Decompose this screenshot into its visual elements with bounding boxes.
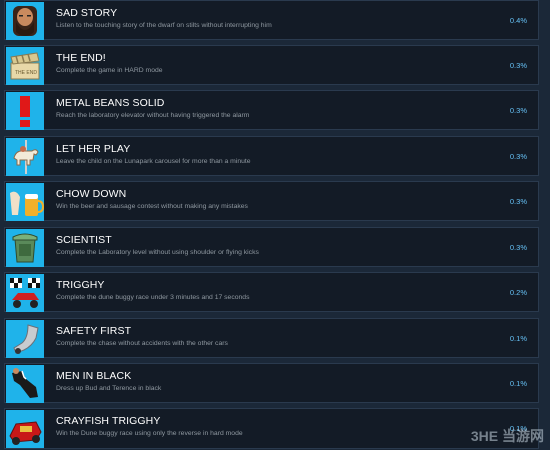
achievement-row[interactable]: SAFETY FIRST Complete the chase without …	[4, 318, 539, 358]
lab-flask-icon	[6, 229, 44, 267]
achievement-description: Complete the chase without accidents wit…	[56, 340, 228, 347]
unlock-percentage: 0.3%	[509, 106, 527, 115]
achievement-description: Listen to the touching story of the dwar…	[56, 22, 272, 29]
achievement-title: SAD STORY	[56, 7, 118, 19]
achievement-row[interactable]: CHOW DOWN Win the beer and sausage conte…	[4, 181, 539, 221]
achievement-row[interactable]: LET HER PLAY Leave the child on the Luna…	[4, 136, 539, 176]
achievement-row[interactable]: METAL BEANS SOLID Reach the laboratory e…	[4, 90, 539, 130]
crashed-car-icon	[6, 320, 44, 358]
achievement-title: CHOW DOWN	[56, 188, 127, 200]
achievement-description: Complete the dune buggy race under 3 min…	[56, 294, 250, 301]
achievement-title: SCIENTIST	[56, 234, 112, 246]
unlock-percentage: 0.3%	[509, 243, 527, 252]
achievement-row[interactable]: MEN IN BLACK Dress up Bud and Terence in…	[4, 363, 539, 403]
achievement-description: Win the beer and sausage contest without…	[56, 203, 248, 210]
red-buggy-icon	[6, 410, 44, 448]
achievement-title: CRAYFISH TRIGGHY	[56, 415, 161, 427]
achievement-row[interactable]: THE END THE END! Complete the game in HA…	[4, 45, 539, 85]
achievement-row[interactable]: SAD STORY Listen to the touching story o…	[4, 0, 539, 40]
unlock-percentage: 0.1%	[509, 379, 527, 388]
achievement-description: Dress up Bud and Terence in black	[56, 385, 162, 392]
achievement-title: LET HER PLAY	[56, 143, 131, 155]
achievement-description: Leave the child on the Lunapark carousel…	[56, 158, 251, 165]
achievement-title: METAL BEANS SOLID	[56, 97, 165, 109]
unlock-percentage: 0.4%	[509, 16, 527, 25]
unlock-percentage: 0.3%	[509, 61, 527, 70]
achievement-description: Win the Dune buggy race using only the r…	[56, 430, 243, 437]
bearded-man-portrait-icon	[6, 2, 44, 40]
unlock-percentage: 0.3%	[509, 152, 527, 161]
achievement-title: THE END!	[56, 52, 106, 64]
unlock-percentage: 0.3%	[509, 197, 527, 206]
unlock-percentage: 0.1%	[509, 334, 527, 343]
achievement-description: Complete the Laboratory level without us…	[56, 249, 259, 256]
exclamation-icon	[6, 92, 44, 130]
beer-mug-icon	[6, 183, 44, 221]
site-watermark: 3HE 当游网	[470, 428, 544, 444]
svg-text:THE END: THE END	[15, 70, 37, 76]
achievement-title: SAFETY FIRST	[56, 325, 132, 337]
clapperboard-icon: THE END	[6, 47, 44, 85]
checkered-flag-buggy-icon	[6, 274, 44, 312]
achievement-description: Complete the game in HARD mode	[56, 67, 163, 74]
achievement-row[interactable]: CRAYFISH TRIGGHY Win the Dune buggy race…	[4, 408, 539, 449]
achievement-title: MEN IN BLACK	[56, 370, 132, 382]
achievement-description: Reach the laboratory elevator without ha…	[56, 112, 250, 119]
achievement-title: TRIGGHY	[56, 279, 105, 291]
carousel-horse-icon	[6, 138, 44, 176]
unlock-percentage: 0.2%	[509, 288, 527, 297]
achievement-row[interactable]: SCIENTIST Complete the Laboratory level …	[4, 227, 539, 267]
achievement-row[interactable]: TRIGGHY Complete the dune buggy race und…	[4, 272, 539, 312]
black-suit-icon	[6, 365, 44, 403]
